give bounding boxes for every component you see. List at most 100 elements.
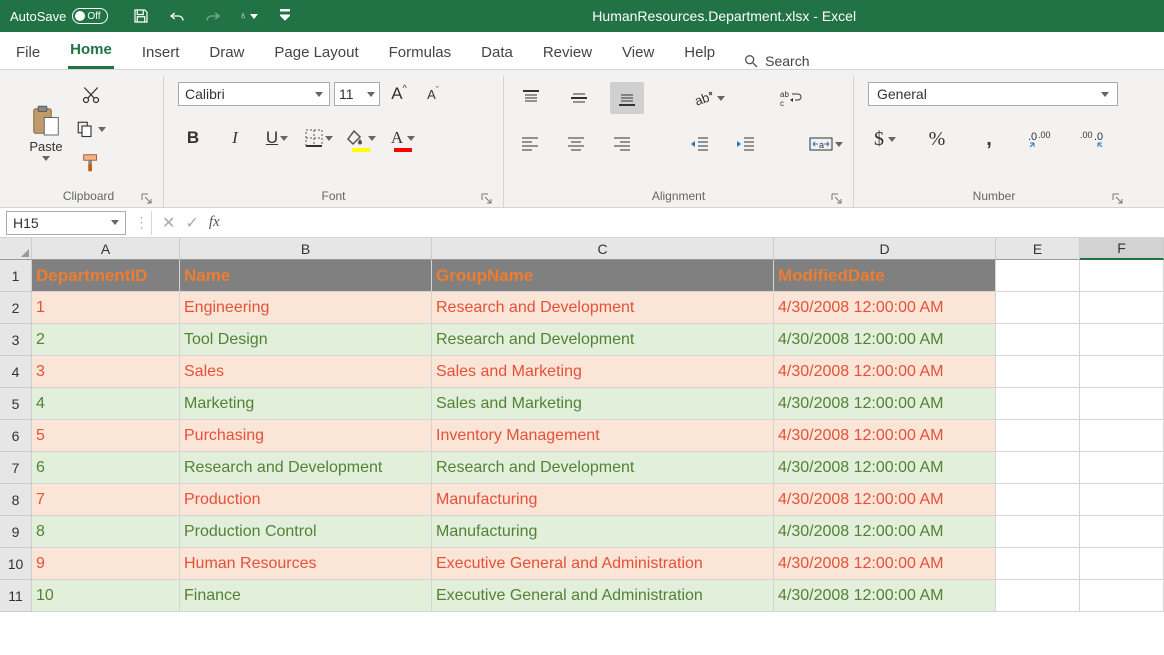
col-header-E[interactable]: E (996, 238, 1080, 260)
cell-name[interactable]: Purchasing (180, 420, 432, 452)
italic-button[interactable]: I (220, 124, 250, 152)
align-center-button[interactable] (560, 128, 592, 160)
cell-id[interactable]: 1 (32, 292, 180, 324)
increase-decimal-button[interactable]: .0.00 (1024, 124, 1058, 154)
toggle-switch[interactable]: Off (72, 8, 108, 24)
cell[interactable] (1080, 452, 1164, 484)
cell-id[interactable]: 2 (32, 324, 180, 356)
cell[interactable] (1080, 388, 1164, 420)
tab-review[interactable]: Review (541, 36, 594, 69)
cell[interactable] (996, 452, 1080, 484)
autosave-toggle[interactable]: AutoSave Off (10, 8, 108, 24)
row-header-6[interactable]: 6 (0, 420, 32, 452)
formula-input[interactable] (230, 211, 1164, 235)
row-header-5[interactable]: 5 (0, 388, 32, 420)
cell-date[interactable]: 4/30/2008 12:00:00 AM (774, 484, 996, 516)
cell-id[interactable]: 6 (32, 452, 180, 484)
cell[interactable] (1080, 580, 1164, 612)
cell-id[interactable]: 5 (32, 420, 180, 452)
tab-page-layout[interactable]: Page Layout (272, 36, 360, 69)
cell[interactable] (1080, 548, 1164, 580)
bold-button[interactable]: B (178, 124, 208, 152)
cell-group[interactable]: Sales and Marketing (432, 356, 774, 388)
header-cell[interactable]: ModifiedDate (774, 260, 996, 292)
cell[interactable] (1080, 484, 1164, 516)
increase-indent-button[interactable] (730, 128, 762, 160)
cell-group[interactable]: Manufacturing (432, 484, 774, 516)
paste-button[interactable]: Paste (24, 76, 68, 185)
worksheet-grid[interactable]: 1234567891011 ABCDEF DepartmentIDNameGro… (0, 238, 1164, 612)
row-header-11[interactable]: 11 (0, 580, 32, 612)
wrap-text-button[interactable]: abc (774, 82, 808, 114)
font-name-selector[interactable]: Calibri (178, 82, 330, 106)
cell-group[interactable]: Executive General and Administration (432, 548, 774, 580)
cell-name[interactable]: Engineering (180, 292, 432, 324)
cell-id[interactable]: 4 (32, 388, 180, 420)
enter-formula-icon[interactable]: ✓ (185, 213, 198, 233)
cell[interactable] (1080, 516, 1164, 548)
cell-group[interactable]: Sales and Marketing (432, 388, 774, 420)
cell-group[interactable]: Inventory Management (432, 420, 774, 452)
fx-icon[interactable]: fx (209, 214, 220, 231)
cell[interactable] (1080, 324, 1164, 356)
decrease-indent-button[interactable] (684, 128, 716, 160)
save-icon[interactable] (132, 7, 150, 25)
header-cell[interactable]: DepartmentID (32, 260, 180, 292)
cell[interactable] (996, 580, 1080, 612)
row-header-10[interactable]: 10 (0, 548, 32, 580)
row-header-2[interactable]: 2 (0, 292, 32, 324)
cell-group[interactable]: Research and Development (432, 452, 774, 484)
fill-color-button[interactable] (346, 124, 376, 152)
format-painter-button[interactable] (76, 150, 106, 176)
cell[interactable] (996, 516, 1080, 548)
font-dialog-launcher[interactable] (481, 193, 493, 205)
row-header-1[interactable]: 1 (0, 260, 32, 292)
cell-name[interactable]: Production Control (180, 516, 432, 548)
tab-view[interactable]: View (620, 36, 656, 69)
shrink-font-button[interactable]: Aˇ (418, 82, 448, 106)
cell[interactable] (996, 356, 1080, 388)
borders-button[interactable] (304, 124, 334, 152)
row-header-7[interactable]: 7 (0, 452, 32, 484)
cell-name[interactable]: Production (180, 484, 432, 516)
font-size-selector[interactable]: 11 (334, 82, 380, 106)
name-box[interactable]: H15 (6, 211, 126, 235)
header-cell[interactable]: GroupName (432, 260, 774, 292)
cell[interactable] (996, 324, 1080, 356)
cell-name[interactable]: Marketing (180, 388, 432, 420)
customize-qat-icon[interactable] (276, 7, 294, 25)
cell[interactable] (996, 484, 1080, 516)
align-top-button[interactable] (514, 82, 548, 114)
cut-button[interactable] (76, 82, 106, 108)
align-bottom-button[interactable] (610, 82, 644, 114)
number-dialog-launcher[interactable] (1112, 193, 1124, 205)
select-all-corner[interactable] (0, 238, 32, 260)
tab-help[interactable]: Help (682, 36, 717, 69)
cell-date[interactable]: 4/30/2008 12:00:00 AM (774, 420, 996, 452)
tab-formulas[interactable]: Formulas (387, 36, 454, 69)
col-header-F[interactable]: F (1080, 238, 1164, 260)
row-header-8[interactable]: 8 (0, 484, 32, 516)
number-format-selector[interactable]: General (868, 82, 1118, 106)
align-right-button[interactable] (606, 128, 638, 160)
cell-date[interactable]: 4/30/2008 12:00:00 AM (774, 292, 996, 324)
underline-button[interactable]: U (262, 124, 292, 152)
grow-font-button[interactable]: A^ (384, 82, 414, 106)
cell[interactable] (1080, 292, 1164, 324)
tab-insert[interactable]: Insert (140, 36, 182, 69)
cell-date[interactable]: 4/30/2008 12:00:00 AM (774, 388, 996, 420)
redo-icon[interactable] (204, 7, 222, 25)
tab-draw[interactable]: Draw (207, 36, 246, 69)
cell-name[interactable]: Sales (180, 356, 432, 388)
cell-name[interactable]: Tool Design (180, 324, 432, 356)
font-color-button[interactable]: A (388, 124, 418, 152)
decrease-decimal-button[interactable]: .00.0 (1076, 124, 1110, 154)
percent-format-button[interactable]: % (920, 124, 954, 154)
cell-id[interactable]: 8 (32, 516, 180, 548)
copy-button[interactable] (76, 116, 106, 142)
col-header-C[interactable]: C (432, 238, 774, 260)
cell-date[interactable]: 4/30/2008 12:00:00 AM (774, 356, 996, 388)
cell[interactable] (1080, 356, 1164, 388)
orientation-button[interactable]: ab (692, 82, 726, 114)
tab-home[interactable]: Home (68, 33, 114, 69)
